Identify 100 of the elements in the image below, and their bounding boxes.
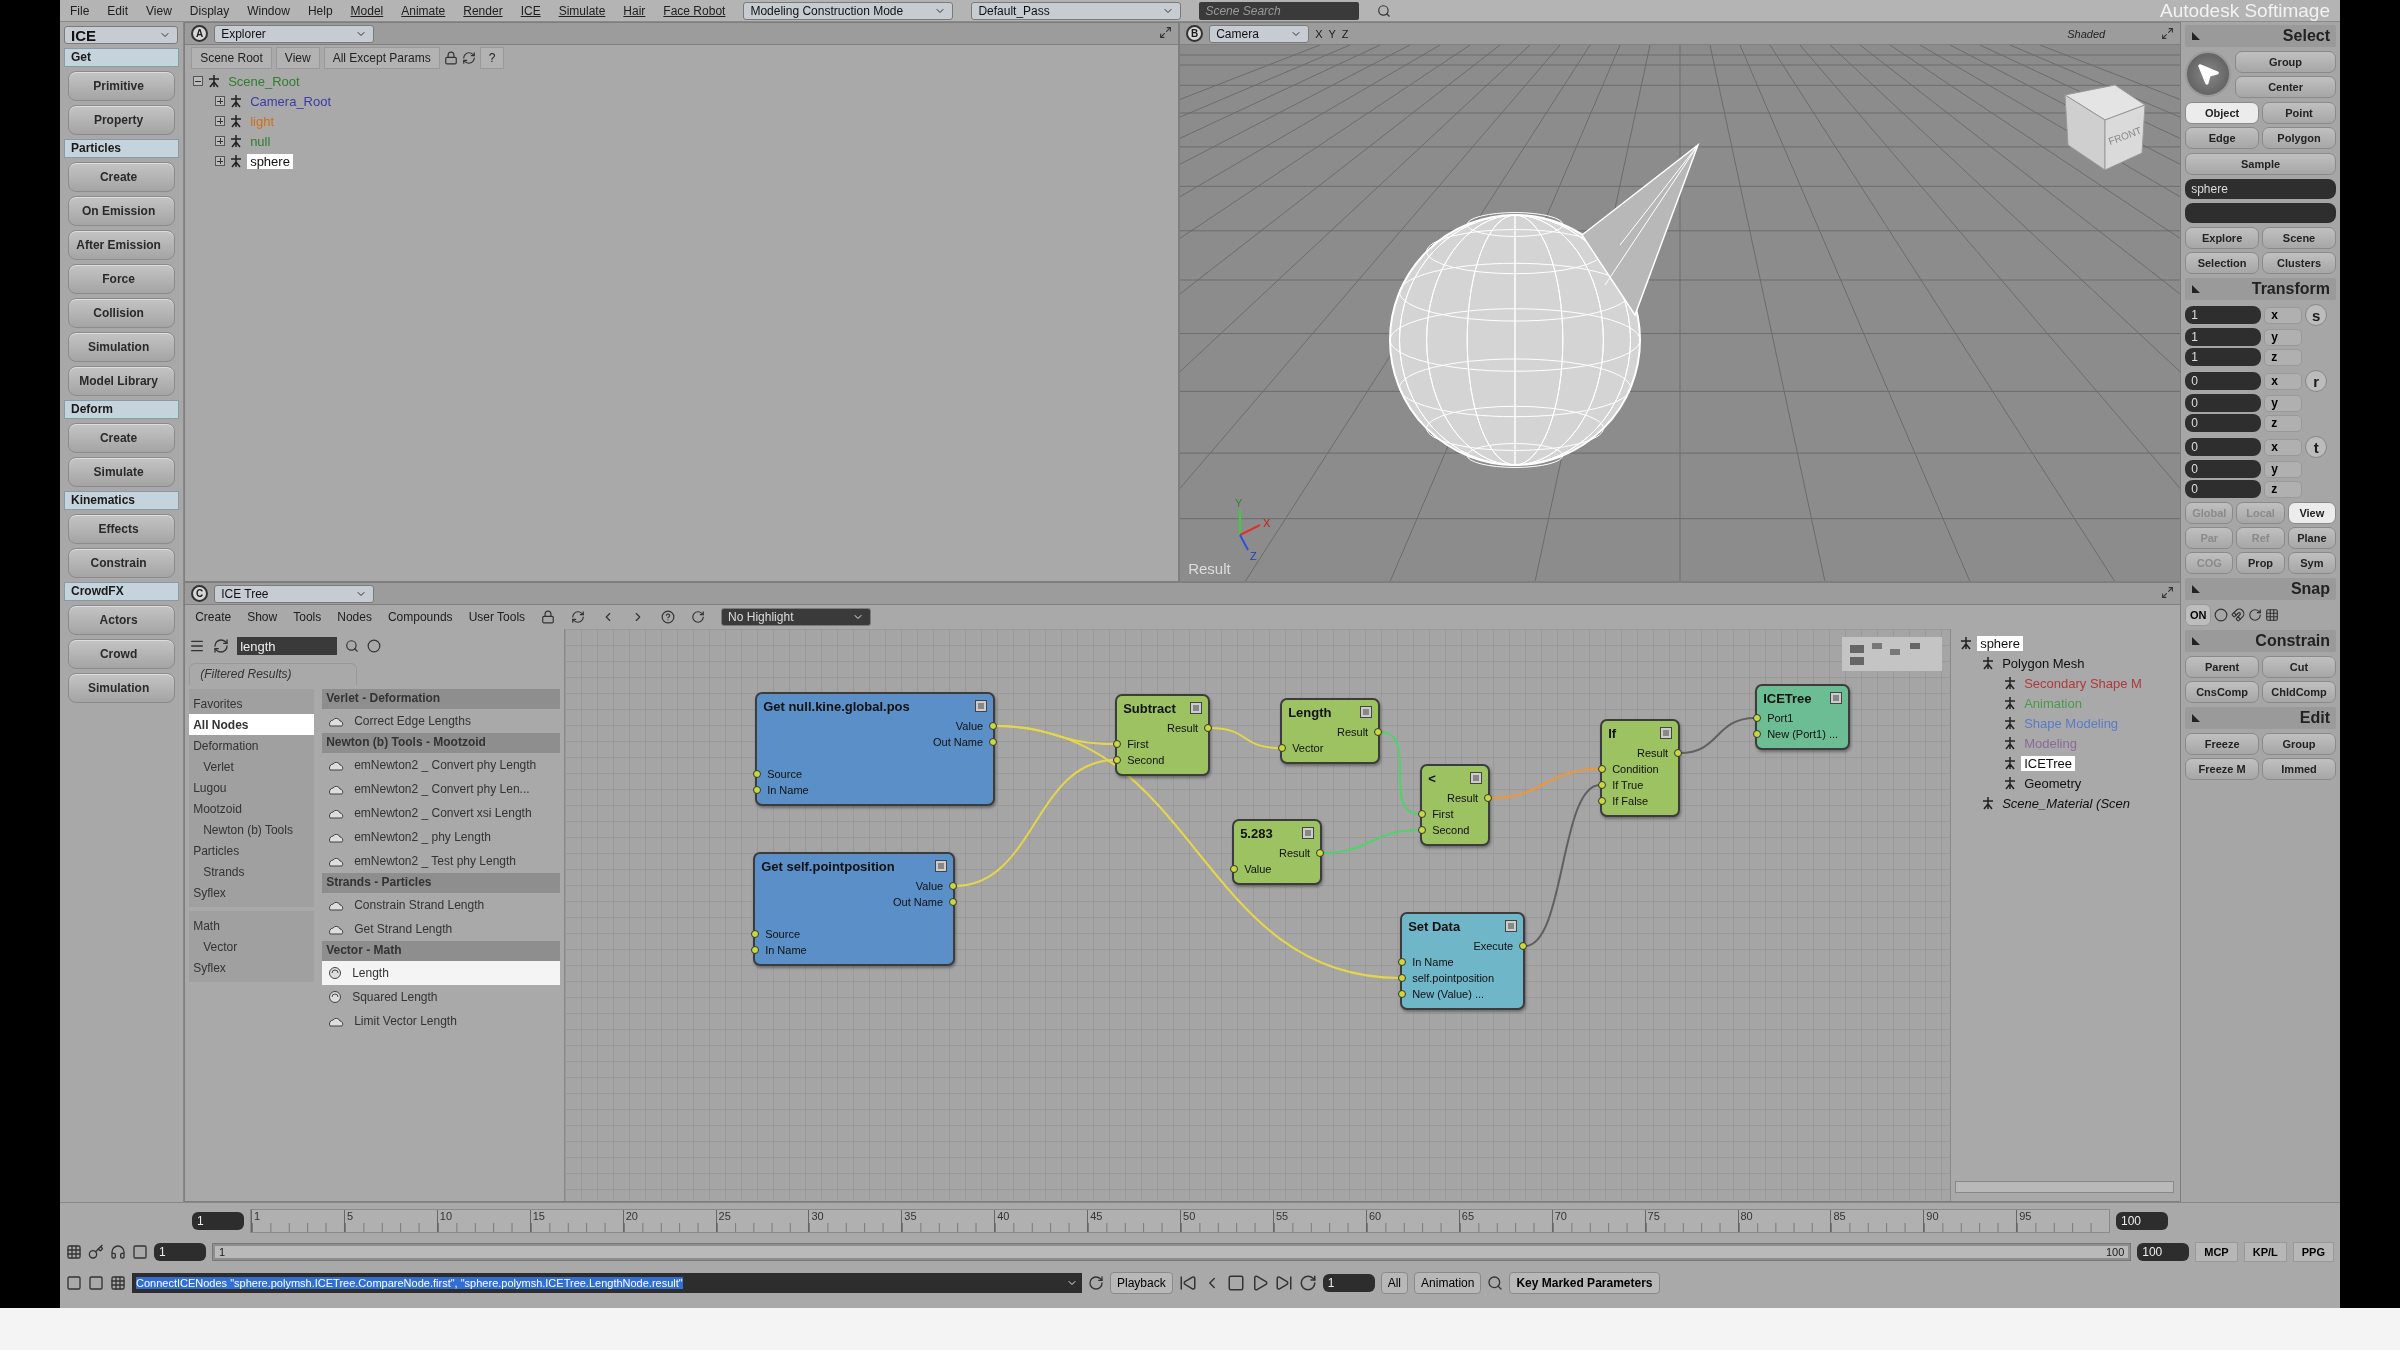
reference-mode-button[interactable]: Plane [2287,527,2336,549]
tree-item[interactable]: Geometry [2021,775,2085,791]
start-frame-field[interactable]: 1 [192,1212,244,1230]
command-button[interactable]: Group [2262,733,2336,755]
tree-item[interactable]: Scene_Material (Scen [1999,795,2134,811]
node-menu-icon[interactable] [1190,702,1203,714]
tool-button[interactable]: On Emission [68,196,176,226]
menu-item[interactable]: User Tools [468,610,526,624]
tool-button[interactable]: Force [68,264,176,294]
input-port[interactable]: Second [1127,754,1165,766]
output-port[interactable]: Out Name [893,896,944,908]
filter-button[interactable]: Polygon [2262,127,2336,149]
help-icon[interactable] [661,610,676,624]
collapse-icon[interactable] [2191,584,2202,594]
node-list-item[interactable]: Get Strand Length [322,917,561,941]
menu-item[interactable]: Display [189,3,230,18]
axis-button[interactable]: x [2264,306,2303,324]
axis-toggle[interactable]: X [1315,27,1323,40]
navigation-button[interactable]: Scene [2262,227,2336,249]
transform-field[interactable]: 0 [2185,414,2262,432]
last-frame-icon[interactable] [1274,1274,1293,1292]
current-frame-field[interactable]: 1 [1322,1274,1375,1292]
tool-button[interactable]: Primitive [68,71,176,101]
layout-icon[interactable] [66,1275,82,1291]
menu-item[interactable]: File [70,3,90,18]
graph-node[interactable]: Subtract Result First Second [1115,694,1211,776]
input-port[interactable]: New (Port1) ... [1767,728,1839,740]
maximize-icon[interactable] [2161,27,2175,40]
input-port[interactable]: Source [767,768,802,780]
pass-dropdown[interactable]: Default_Pass [971,1,1182,20]
tool-button[interactable]: Actors [68,605,176,635]
node-menu-icon[interactable] [1470,772,1483,784]
node-list-item[interactable]: Correct Edge Lengths [322,709,561,733]
script-icon[interactable] [1088,1275,1104,1291]
category-item[interactable]: Newton (b) Tools [189,819,315,840]
graph-overview-drawing[interactable] [1842,637,1943,671]
port-dot[interactable] [1374,728,1383,736]
graph-node[interactable]: If Result Condition If True If False [1600,719,1681,817]
transform-field[interactable]: 1 [2185,348,2262,366]
category-item[interactable]: Verlet [189,756,315,777]
collapse-icon[interactable] [2191,636,2202,646]
module-menu-item[interactable]: Render [463,3,503,18]
search-icon[interactable] [1377,3,1392,18]
audio-icon[interactable] [110,1244,126,1260]
port-dot[interactable] [1484,794,1493,802]
category-item[interactable]: Syflex [189,882,315,903]
explorer-dropdown[interactable]: Explorer [214,24,375,43]
highlight-dropdown[interactable]: No Highlight [721,608,872,626]
range-end-field[interactable]: 100 [2137,1243,2190,1261]
expand-toggle[interactable] [215,96,226,106]
tool-button[interactable]: Simulate [68,457,176,487]
axis-button[interactable]: y [2264,460,2303,478]
port-dot[interactable] [1398,958,1407,966]
input-port[interactable]: First [1432,808,1454,820]
tree-item[interactable]: sphere [247,153,293,169]
transform-field[interactable]: 0 [2185,438,2262,456]
search-field[interactable]: length [237,637,338,655]
port-dot[interactable] [1278,744,1287,752]
output-port[interactable]: Execute [1473,940,1514,952]
port-dot[interactable] [1519,942,1528,950]
port-dot[interactable] [1230,865,1239,873]
reference-mode-button[interactable]: Sym [2287,552,2336,574]
filter-button[interactable]: Scene Root [191,47,272,69]
command-button[interactable]: Parent [2185,656,2260,678]
node-list-item[interactable]: Length [322,961,561,985]
selection-name-field[interactable]: sphere [2185,179,2336,199]
layout-icon[interactable] [110,1275,126,1291]
category-item[interactable]: Deformation [189,735,315,756]
input-port[interactable]: If False [1612,795,1649,807]
module-menu-item[interactable]: Hair [623,3,646,18]
axis-toggle[interactable]: Y [1328,27,1336,40]
filter-button[interactable]: Object [2185,102,2260,124]
refresh-icon[interactable] [461,51,476,65]
port-dot[interactable] [753,770,762,778]
category-item[interactable]: Strands [189,861,315,882]
lock-icon[interactable] [541,610,556,624]
tree-item[interactable]: Polygon Mesh [1999,655,2088,671]
module-menu-item[interactable]: Model [350,3,384,18]
node-list-item[interactable]: emNewton2 _ Test phy Length [322,849,561,873]
filter-button[interactable]: All Except Params [323,47,440,69]
command-button[interactable]: Group [2235,51,2336,73]
stop-icon[interactable] [1226,1274,1245,1292]
transform-field[interactable]: 1 [2185,306,2262,324]
pointer-tool-button[interactable] [2185,51,2232,97]
panel-tab[interactable]: PPG [2292,1242,2334,1262]
mode-dropdown[interactable]: Modeling Construction Mode [743,1,954,20]
category-item[interactable]: Mootzoid [189,798,315,819]
clear-icon[interactable] [367,639,382,653]
port-dot[interactable] [1598,765,1607,773]
input-port[interactable]: If True [1612,779,1644,791]
first-frame-icon[interactable] [1178,1274,1197,1292]
menu-item[interactable]: View [146,3,172,18]
lock-icon[interactable] [443,51,458,65]
port-dot[interactable] [1398,974,1407,982]
tool-button[interactable]: Crowd [68,639,176,669]
axis-toggle[interactable]: Z [1341,27,1349,40]
category-item[interactable]: Math [189,915,315,936]
reference-mode-button[interactable]: Prop [2236,552,2285,574]
filter-button[interactable]: View [275,47,320,69]
node-menu-icon[interactable] [935,860,948,872]
